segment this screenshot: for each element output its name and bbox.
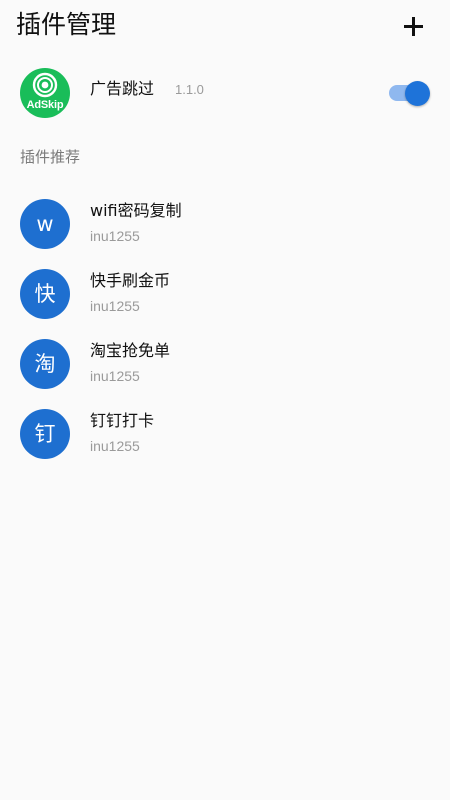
app-header: 插件管理 (0, 0, 450, 52)
plugin-enable-toggle[interactable] (389, 80, 431, 106)
plugin-title: 钉钉打卡 (90, 411, 155, 430)
plugin-author: inu1255 (90, 438, 140, 454)
plugin-avatar: 淘 (20, 339, 70, 389)
plugin-author: inu1255 (90, 368, 140, 384)
app-icon-label: AdSkip (26, 99, 64, 111)
installed-plugin-row[interactable]: AdSkip 广告跳过 1.1.0 (0, 66, 450, 118)
plugin-avatar: 快 (20, 269, 70, 319)
plugin-version: 1.1.0 (175, 82, 204, 97)
list-item[interactable]: w wifi密码复制 inu1255 (0, 196, 450, 266)
plugin-avatar: 钉 (20, 409, 70, 459)
plugin-title: 快手刷金币 (90, 271, 171, 290)
plugin-title: wifi密码复制 (90, 201, 182, 220)
plugin-author: inu1255 (90, 228, 140, 244)
plugin-title: 淘宝抢免单 (90, 341, 171, 360)
list-item[interactable]: 快 快手刷金币 inu1255 (0, 266, 450, 336)
adskip-app-icon: AdSkip (20, 68, 70, 118)
section-label-recommend: 插件推荐 (20, 148, 81, 166)
list-item[interactable]: 淘 淘宝抢免单 inu1255 (0, 336, 450, 406)
toggle-thumb (405, 81, 430, 106)
list-item[interactable]: 钉 钉钉打卡 inu1255 (0, 406, 450, 476)
plugin-author: inu1255 (90, 298, 140, 314)
plugin-name: 广告跳过 (90, 79, 155, 98)
page-title: 插件管理 (16, 10, 117, 39)
plugin-avatar: w (20, 199, 70, 249)
add-plugin-button[interactable] (398, 8, 430, 44)
